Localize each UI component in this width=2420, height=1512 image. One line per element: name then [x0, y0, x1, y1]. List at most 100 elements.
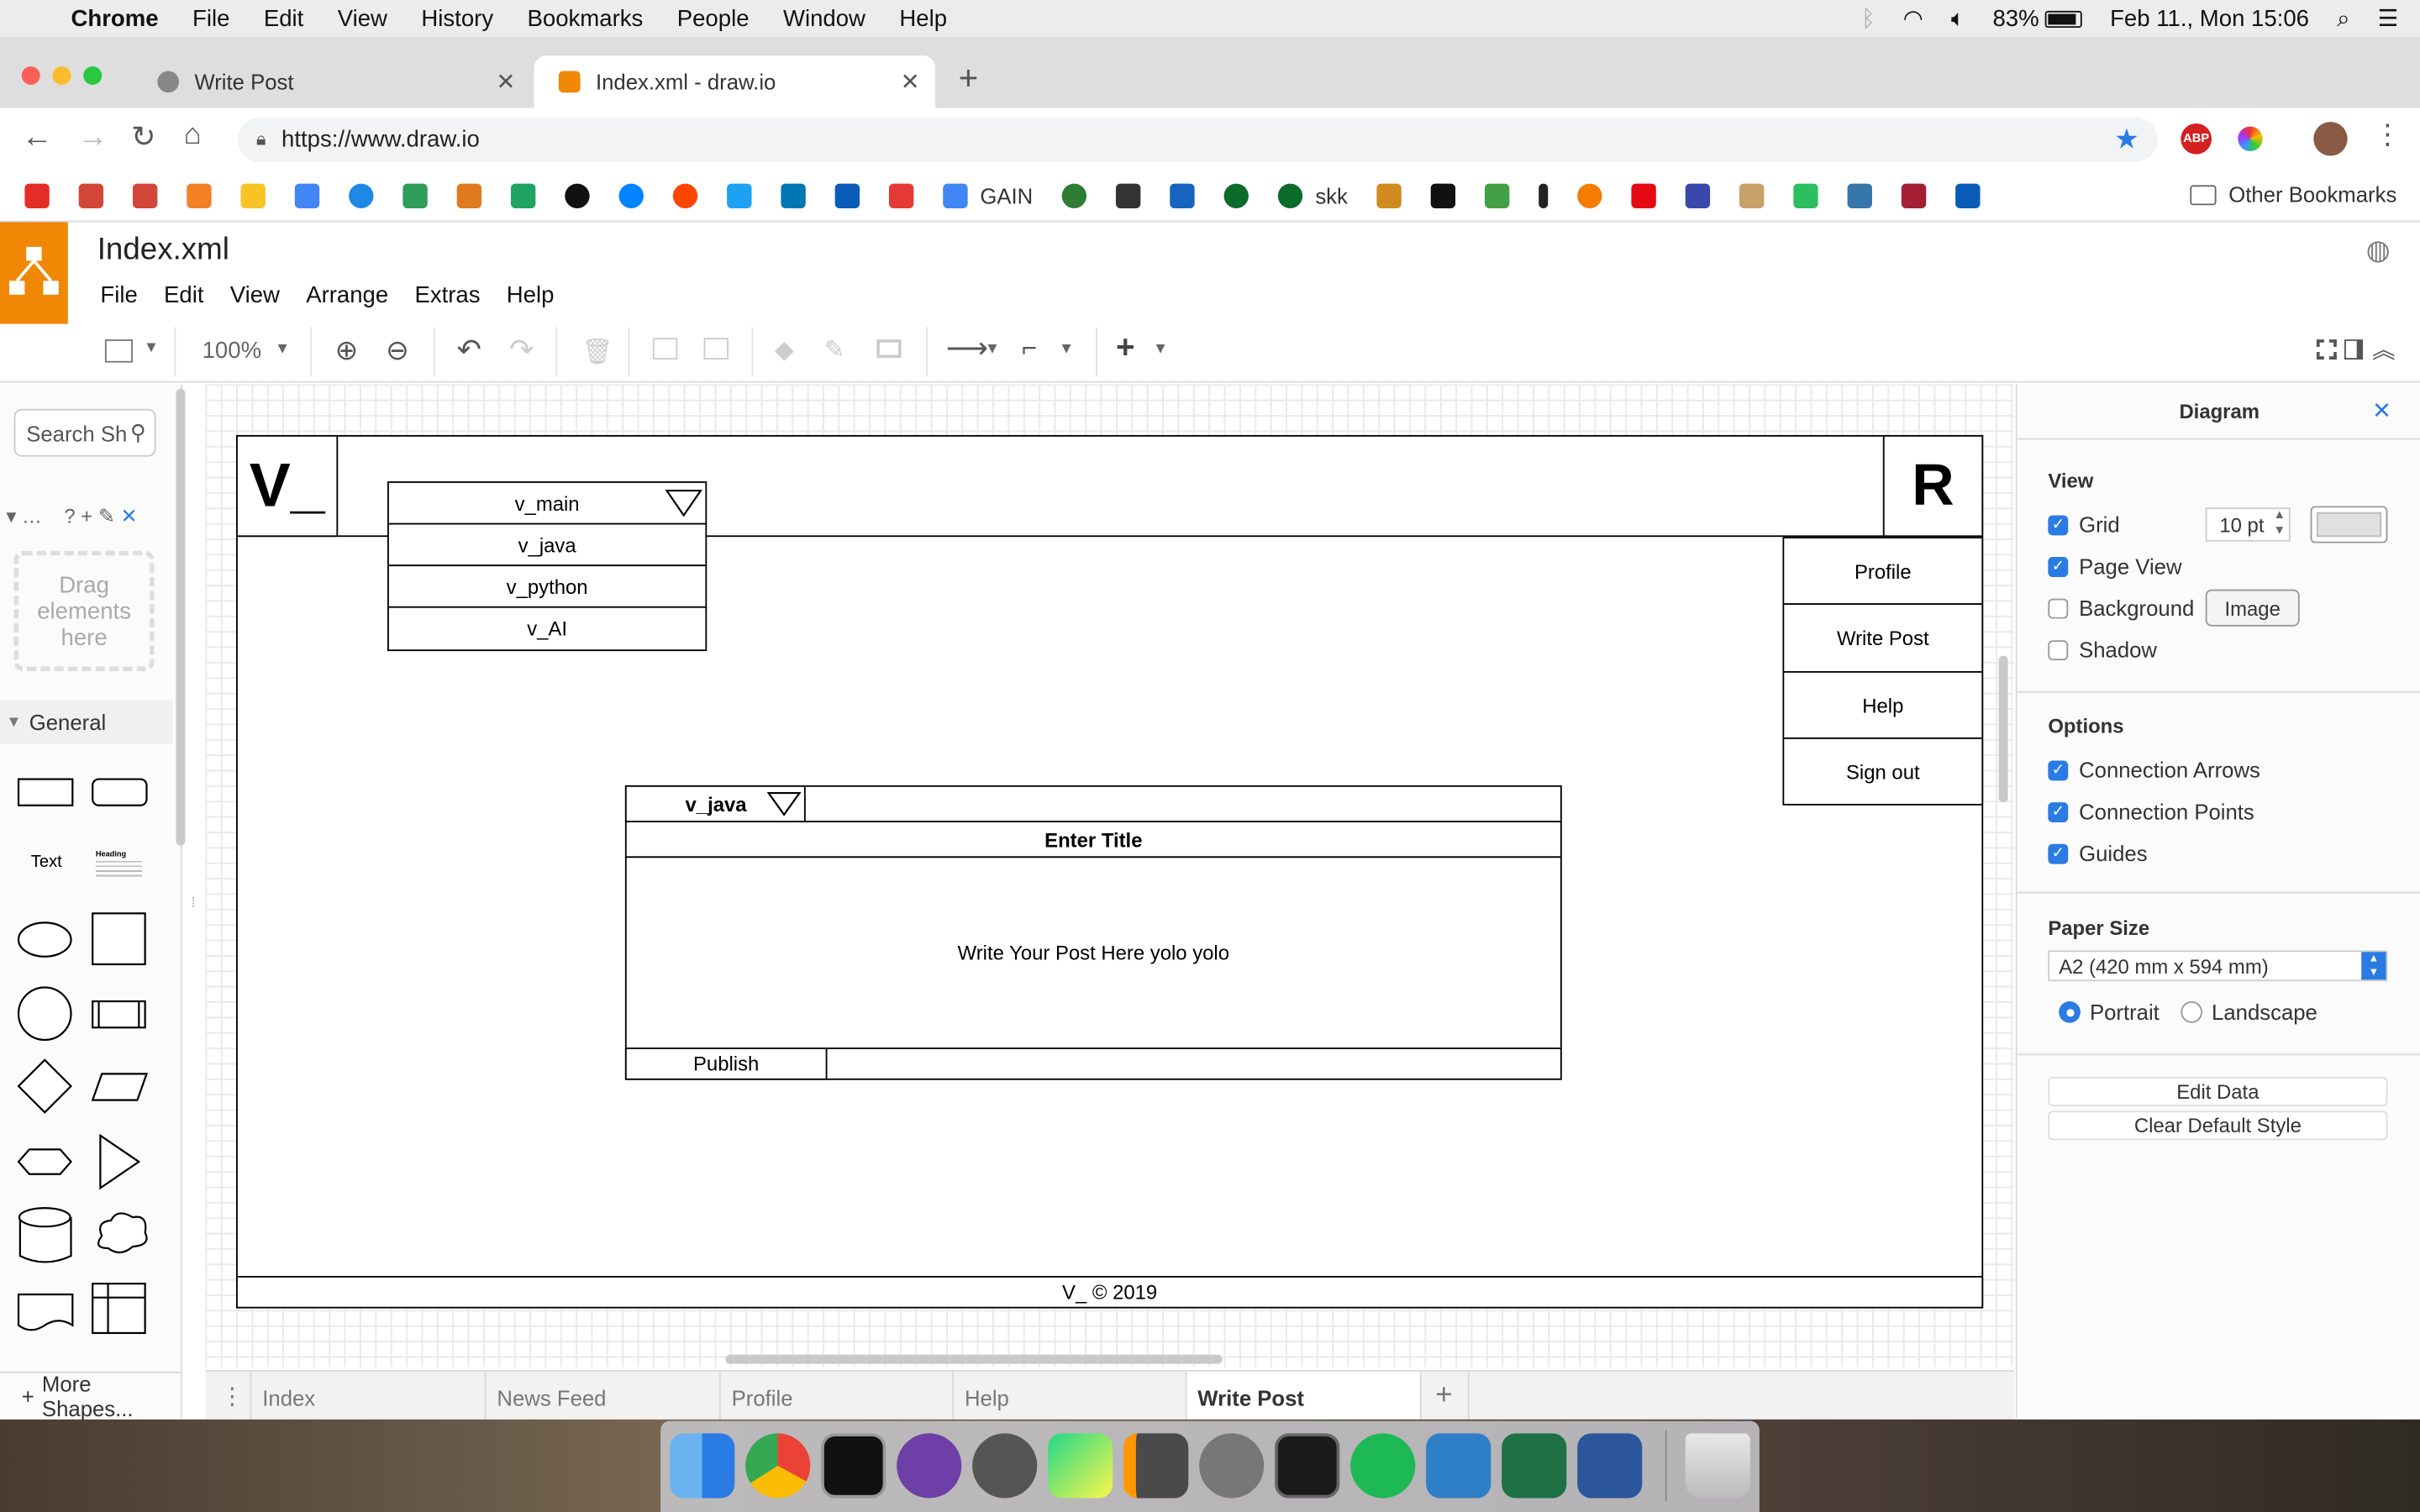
color-picker-extension-icon[interactable]	[2238, 126, 2263, 151]
volume-icon[interactable]: 🔈︎	[1951, 5, 1965, 31]
close-window-button[interactable]	[21, 66, 40, 86]
chevron-down-icon[interactable]: ▼	[144, 339, 159, 356]
bookmark-icon[interactable]	[888, 182, 914, 208]
grid-color-button[interactable]	[2310, 506, 2388, 543]
bookmark-skk[interactable]: skk	[1315, 183, 1348, 207]
chevron-down-icon[interactable]: ▼	[275, 341, 290, 358]
insert-plus-icon[interactable]: +	[1116, 330, 1135, 367]
landscape-radio[interactable]: Landscape	[2181, 1000, 2317, 1025]
bookmark-icon[interactable]	[1116, 182, 1141, 208]
bookmark-icon[interactable]	[1376, 182, 1402, 208]
forward-arrow-icon[interactable]: →	[77, 120, 108, 155]
page-tab-index[interactable]: Index	[250, 1371, 485, 1421]
chrome-menu-icon[interactable]: ⋮	[2374, 118, 2402, 151]
shape-search-input[interactable]: Search Sh ⚲	[13, 408, 156, 457]
bookmark-icon[interactable]	[1431, 182, 1456, 208]
soe-bookmark-icon[interactable]	[1223, 182, 1249, 208]
bookmark-icon[interactable]	[1577, 182, 1602, 208]
reload-icon[interactable]: ↻	[131, 120, 155, 155]
connection-points-checkbox[interactable]: ✓ Connection Points	[2048, 799, 2254, 824]
fullscreen-icon[interactable]	[2316, 339, 2337, 360]
drawio-menu-file[interactable]: File	[100, 282, 137, 308]
zoom-window-button[interactable]	[83, 66, 103, 86]
twitter-bookmark-icon[interactable]	[727, 182, 752, 208]
to-front-icon[interactable]	[652, 338, 678, 360]
panel-resize-handle[interactable]: ⁞	[192, 895, 196, 910]
close-tab-icon[interactable]: ✕	[901, 68, 920, 96]
youtube-bookmark-icon[interactable]	[24, 182, 50, 208]
shadow-icon[interactable]	[876, 339, 902, 359]
bookmark-icon[interactable]	[1686, 182, 1711, 208]
clear-default-style-button[interactable]: Clear Default Style	[2048, 1110, 2388, 1141]
shapes-scrollbar[interactable]	[176, 388, 186, 846]
trash-icon[interactable]	[1685, 1433, 1750, 1499]
stackoverflow-bookmark-icon[interactable]	[187, 182, 212, 208]
image-button[interactable]: Image	[2205, 589, 2300, 627]
excel-icon[interactable]	[1502, 1433, 1567, 1499]
chevron-down-icon[interactable]: ▼	[1153, 341, 1168, 358]
to-back-icon[interactable]	[703, 338, 729, 360]
menu-people[interactable]: People	[677, 5, 750, 31]
category-dropdown[interactable]: v_java	[624, 785, 806, 822]
page-view-checkbox[interactable]: ✓ Page View	[2048, 554, 2182, 579]
back-arrow-icon[interactable]: ←	[22, 120, 53, 155]
zoom-in-icon[interactable]: ⊕	[335, 335, 359, 368]
page-tab-help[interactable]: Help	[952, 1371, 1186, 1421]
drawio-menu-help[interactable]: Help	[507, 282, 555, 308]
spotlight-search-icon[interactable]: ⌕	[2337, 5, 2349, 31]
dropdown-option[interactable]: v_AI	[387, 606, 708, 652]
waypoints-icon[interactable]: ⌐	[1022, 333, 1037, 365]
github-bookmark-icon[interactable]	[565, 182, 590, 208]
menu-history[interactable]: History	[421, 5, 493, 31]
reddit-bookmark-icon[interactable]	[672, 182, 698, 208]
add-page-button[interactable]: +	[1419, 1371, 1470, 1421]
search-icon[interactable]: ⚲	[130, 420, 146, 446]
chevron-down-icon[interactable]: ▼	[1059, 341, 1074, 358]
finder-icon[interactable]	[670, 1433, 735, 1499]
shadow-checkbox[interactable]: Shadow	[2048, 638, 2157, 662]
delete-icon[interactable]: 🗑︎	[581, 336, 613, 367]
bookmark-gain[interactable]: GAIN	[980, 183, 1033, 207]
post-title-field[interactable]: Enter Title	[624, 821, 1562, 858]
clock[interactable]: Feb 11., Mon 15:06	[2110, 5, 2309, 31]
chevron-down-icon[interactable]: ▼	[985, 341, 1000, 358]
menu-item-help[interactable]: Help	[1782, 670, 1984, 739]
bookmark-star-icon[interactable]: ★	[2114, 123, 2139, 156]
zoom-out-icon[interactable]: ⊖	[386, 335, 409, 368]
menu-edit[interactable]: Edit	[264, 5, 303, 31]
wifi-icon[interactable]: ◠	[1903, 5, 1923, 32]
logo-box[interactable]: V_	[236, 434, 339, 538]
dropdown-option[interactable]: v_python	[387, 564, 708, 608]
dropdown-option[interactable]: v_java	[387, 522, 708, 567]
grid-size-stepper[interactable]: ▲ ▼	[2274, 507, 2286, 538]
drawio-menu-extras[interactable]: Extras	[414, 282, 480, 308]
avatar-box[interactable]: R	[1882, 434, 1984, 538]
toggle-format-icon[interactable]	[2344, 339, 2364, 360]
general-section-header[interactable]: ▼ General	[0, 700, 173, 744]
page-tab-news-feed[interactable]: News Feed	[484, 1371, 719, 1421]
close-tab-icon[interactable]: ✕	[496, 68, 515, 96]
shape-palette[interactable]	[0, 754, 173, 1341]
word-icon[interactable]	[1577, 1433, 1643, 1499]
pages-menu-icon[interactable]: ⋮	[221, 1383, 245, 1410]
python-bookmark-icon[interactable]	[1848, 182, 1873, 208]
guides-checkbox[interactable]: ✓ Guides	[2048, 841, 2148, 865]
scratchpad-drop-area[interactable]: Drag elements here	[13, 550, 155, 671]
sublime-text-icon[interactable]	[1123, 1433, 1189, 1499]
tableplus-icon[interactable]	[972, 1433, 1038, 1499]
home-icon[interactable]: ⌂	[184, 118, 202, 152]
bookmark-icon[interactable]	[1485, 182, 1510, 208]
menu-item-write-post[interactable]: Write Post	[1782, 603, 1984, 673]
keep-bookmark-icon[interactable]	[240, 182, 266, 208]
menu-view[interactable]: View	[338, 5, 387, 31]
collapse-icon[interactable]: ︽	[2372, 333, 2396, 366]
bookmark-icon[interactable]	[456, 182, 482, 208]
line-color-icon[interactable]: ✎	[824, 335, 845, 366]
address-bar[interactable]: 🔒︎ https://www.draw.io ★	[237, 117, 2158, 162]
fill-color-icon[interactable]: ◆	[775, 335, 794, 366]
heading-shape[interactable]: Heading	[96, 850, 126, 859]
new-tab-button[interactable]: +	[959, 59, 979, 99]
menu-help[interactable]: Help	[899, 5, 947, 31]
main-dropdown-header[interactable]: v_main	[387, 481, 708, 525]
bookmark-icon[interactable]	[1739, 182, 1765, 208]
